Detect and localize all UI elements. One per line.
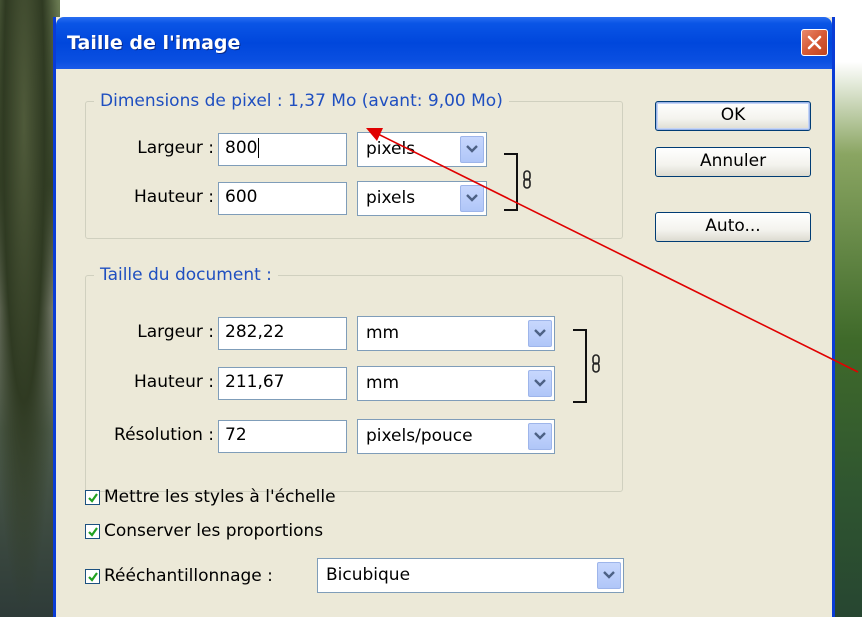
chain-link-icon (523, 170, 531, 189)
chevron-down-icon[interactable] (528, 370, 552, 397)
doc-width-unit: mm (366, 323, 400, 343)
resolution-value: 72 (225, 425, 247, 445)
scale-styles-label: Mettre les styles à l'échelle (104, 487, 336, 507)
resolution-label: Résolution : (114, 425, 214, 445)
pixel-dimensions-legend: Dimensions de pixel : 1,37 Mo (avant: 9,… (94, 91, 509, 111)
constrain-bracket (504, 153, 518, 211)
resolution-input[interactable]: 72 (218, 420, 347, 453)
pixel-width-unit: pixels (366, 139, 416, 159)
doc-height-input[interactable]: 211,67 (218, 367, 347, 400)
scale-styles-checkbox[interactable] (85, 490, 100, 505)
window-title: Taille de l'image (67, 32, 241, 54)
chevron-down-icon[interactable] (460, 136, 484, 163)
doc-height-label: Hauteur : (134, 372, 214, 392)
close-icon (807, 35, 822, 50)
title-bar[interactable]: Taille de l'image (56, 17, 832, 69)
doc-width-unit-select[interactable]: mm (357, 316, 555, 351)
pixel-width-input[interactable]: 800 (218, 133, 347, 166)
close-button[interactable] (801, 29, 828, 56)
text-cursor (258, 138, 260, 158)
pixel-height-value: 600 (225, 187, 258, 207)
document-size-group: Taille du document : Largeur : 282,22 mm… (85, 265, 623, 492)
pixel-width-value: 800 (225, 138, 258, 158)
checkmark-icon (88, 493, 98, 503)
cancel-button[interactable]: Annuler (655, 147, 811, 177)
doc-height-unit-select[interactable]: mm (357, 366, 555, 401)
constrain-proportions-checkbox[interactable] (85, 524, 100, 539)
pixel-height-input[interactable]: 600 (218, 182, 347, 215)
chevron-down-icon[interactable] (528, 320, 552, 347)
ok-button[interactable]: OK (655, 101, 811, 131)
pixel-dimensions-group: Dimensions de pixel : 1,37 Mo (avant: 9,… (85, 91, 623, 239)
background-photo-left (0, 0, 60, 617)
resample-label: Rééchantillonnage : (104, 566, 273, 586)
chevron-down-icon[interactable] (528, 423, 552, 450)
pixel-height-unit: pixels (366, 188, 416, 208)
chain-link-icon (592, 354, 600, 373)
image-size-dialog: Taille de l'image Dimensions de pixel : … (53, 17, 835, 617)
constrain-bracket (573, 329, 587, 403)
resample-checkbox[interactable] (85, 569, 100, 584)
doc-width-label: Largeur : (137, 322, 214, 342)
pixel-width-unit-select[interactable]: pixels (357, 132, 487, 167)
pixel-height-label: Hauteur : (134, 187, 214, 207)
constrain-proportions-label: Conserver les proportions (104, 521, 324, 541)
background-photo-right (832, 0, 862, 617)
checkmark-icon (88, 572, 98, 582)
pixel-width-label: Largeur : (137, 138, 214, 158)
doc-width-value: 282,22 (225, 322, 285, 342)
doc-height-unit: mm (366, 373, 400, 393)
resample-method-select[interactable]: Bicubique (317, 558, 624, 593)
doc-width-input[interactable]: 282,22 (218, 317, 347, 350)
pixel-height-unit-select[interactable]: pixels (357, 181, 487, 216)
chevron-down-icon[interactable] (597, 562, 621, 589)
chevron-down-icon[interactable] (460, 185, 484, 212)
checkmark-icon (88, 527, 98, 537)
document-size-legend: Taille du document : (94, 265, 278, 285)
auto-button[interactable]: Auto... (655, 212, 811, 242)
resolution-unit: pixels/pouce (366, 426, 473, 446)
resample-method: Bicubique (326, 565, 411, 585)
doc-height-value: 211,67 (225, 372, 285, 392)
resolution-unit-select[interactable]: pixels/pouce (357, 419, 555, 454)
